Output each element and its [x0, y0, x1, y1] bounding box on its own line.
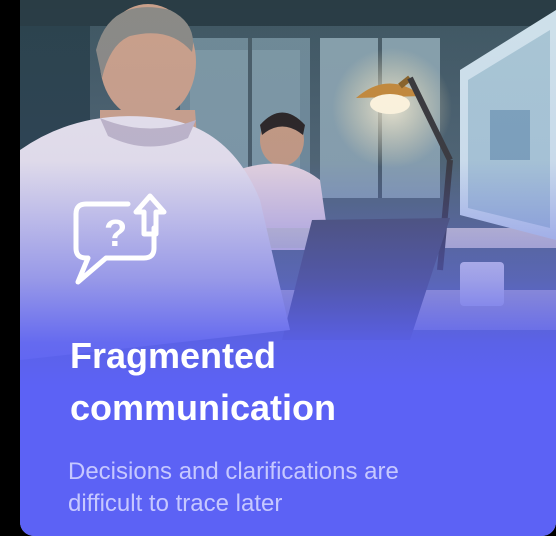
card-title-line-2: communication [70, 387, 337, 428]
chat-question-upload-icon: ? [73, 193, 167, 285]
card-description-line-1: Decisions and clarifications are [68, 458, 399, 485]
card-description: Decisions and clarifications are difficu… [68, 456, 538, 520]
card-title: Fragmented communication [70, 330, 540, 434]
card-description-line-2: difficult to trace later [68, 490, 283, 517]
feature-card: ? Fragmented communication Decisions and… [20, 0, 556, 536]
card-title-line-1: Fragmented [70, 335, 277, 376]
svg-text:?: ? [104, 213, 127, 255]
